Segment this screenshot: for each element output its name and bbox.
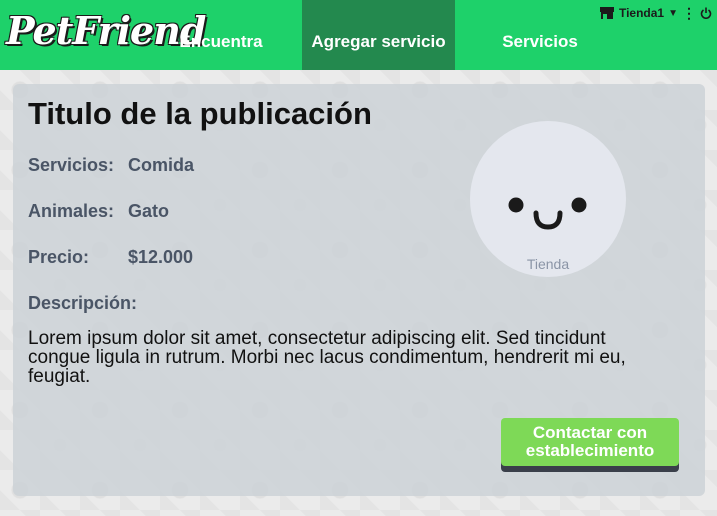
price-label: Precio:: [28, 247, 90, 267]
description-label: Descripción:: [28, 293, 138, 313]
contact-store-button[interactable]: Contactar con establecimiento: [501, 418, 679, 466]
store-avatar: [470, 121, 626, 277]
navbar: PetFriend Encuentra Agregar servicio Ser…: [0, 0, 717, 70]
animals-value: Gato: [128, 201, 170, 221]
services-label: Servicios:: [28, 155, 115, 175]
more-vertical-icon[interactable]: ⋮: [682, 6, 696, 20]
price-value: $12.000: [128, 247, 194, 267]
power-icon[interactable]: [700, 7, 712, 19]
description-text: Lorem ipsum dolor sit amet, consectetur …: [28, 328, 626, 387]
nav-item-agregar-servicio[interactable]: Agregar servicio: [302, 0, 455, 70]
services-value: Comida: [128, 155, 195, 175]
smiley-face-icon: [508, 197, 587, 230]
user-menu[interactable]: Tienda1 ▼ ⋮: [599, 4, 712, 22]
animals-label: Animales:: [28, 201, 115, 221]
nav-item-encuentra[interactable]: Encuentra: [168, 0, 274, 70]
nav-item-servicios[interactable]: Servicios: [490, 0, 590, 70]
caret-down-icon[interactable]: ▼: [668, 8, 678, 19]
store-caption: Tienda: [526, 256, 570, 272]
store-icon: [599, 6, 615, 20]
page-title: Titulo de la publicación: [28, 96, 372, 131]
publication-card: Titulo de la publicación Servicios: Comi…: [13, 84, 705, 496]
user-name[interactable]: Tienda1: [619, 6, 664, 20]
